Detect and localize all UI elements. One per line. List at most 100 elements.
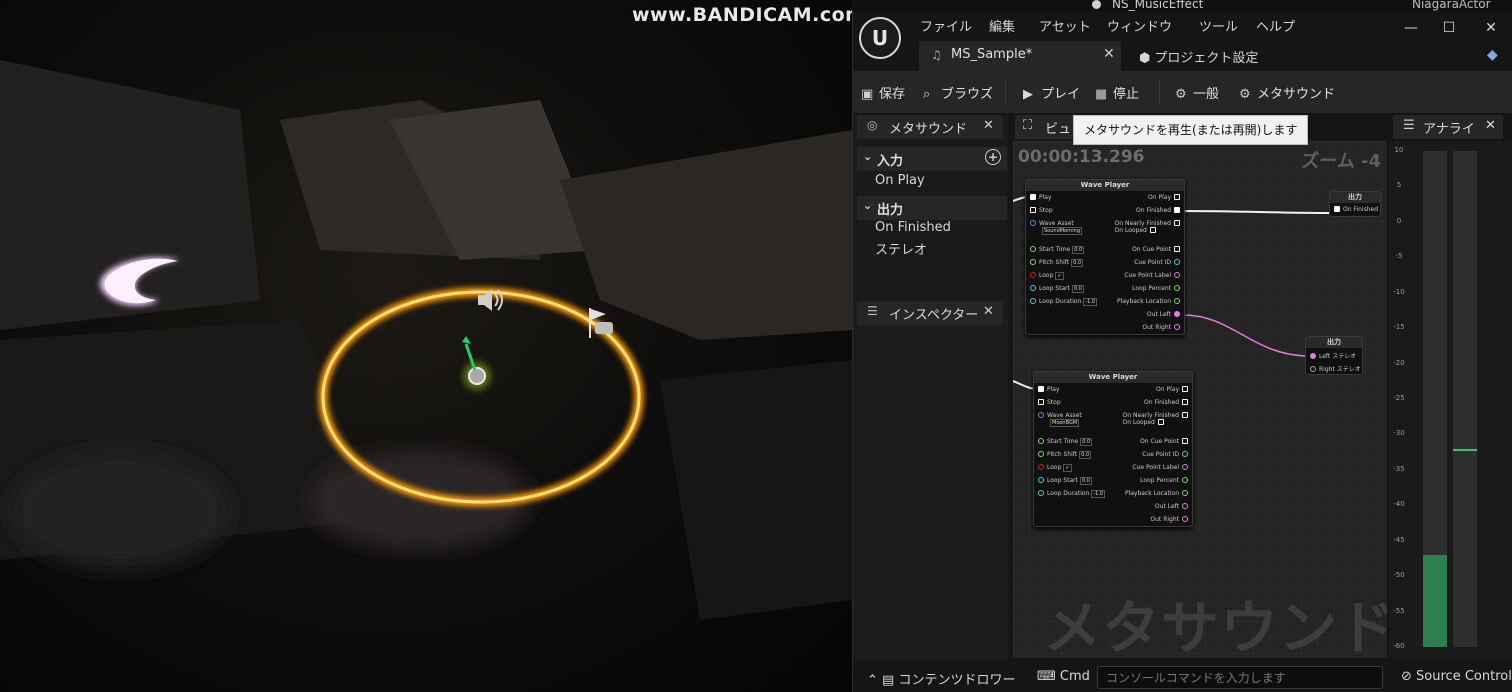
exec-pin-icon[interactable] <box>1157 419 1164 425</box>
float-pin-icon[interactable] <box>1038 438 1044 444</box>
audio-pin-icon[interactable] <box>1182 503 1188 509</box>
audio-pin-icon[interactable] <box>1310 366 1316 372</box>
string-pin-icon[interactable] <box>1174 272 1180 278</box>
close-tab-icon[interactable]: ✕ <box>1103 46 1115 62</box>
float-pin-icon[interactable] <box>1030 246 1036 252</box>
metasound-settings-button[interactable]: ⚙ メタサウンド <box>1239 83 1335 102</box>
exec-pin-icon[interactable] <box>1182 386 1188 392</box>
menu-help[interactable]: ヘルプ <box>1256 16 1295 35</box>
menu-asset[interactable]: アセット <box>1039 16 1091 35</box>
int-pin-icon[interactable] <box>1182 451 1188 457</box>
value-field[interactable]: 0.0 <box>1080 438 1093 446</box>
time-pin-icon[interactable] <box>1030 298 1036 304</box>
float-pin-icon[interactable] <box>1182 490 1188 496</box>
play-button[interactable]: ▶ プレイ <box>1023 83 1080 102</box>
exec-pin-icon[interactable] <box>1182 438 1188 444</box>
audio-pin-icon[interactable] <box>1174 324 1180 330</box>
float-pin-icon[interactable] <box>1038 451 1044 457</box>
float-pin-icon[interactable] <box>1174 285 1180 291</box>
output-node-on-finished[interactable]: 出力 On Finished <box>1329 191 1381 217</box>
console-command-input[interactable] <box>1097 666 1383 689</box>
niagara-actor-icon[interactable] <box>468 367 486 385</box>
minimize-button[interactable]: — <box>1403 20 1419 36</box>
output-stereo[interactable]: ステレオ <box>875 239 927 258</box>
metasound-graph-canvas[interactable]: 00:00:13.296 ズーム -4 メタサウンド Wave Player P… <box>1013 141 1387 658</box>
section-outputs[interactable]: ⌄ 出力 <box>857 196 1007 220</box>
exec-pin-icon[interactable] <box>1030 194 1036 200</box>
audio-pin-icon[interactable] <box>1182 516 1188 522</box>
asset-pin-icon[interactable] <box>1030 220 1036 226</box>
asset-dropdown[interactable]: SoundMorning <box>1042 227 1082 235</box>
output-node-stereo[interactable]: 出力 Left ステレオ Right ステレオ <box>1305 336 1363 375</box>
int-pin-icon[interactable] <box>1174 259 1180 265</box>
tab-analyzer[interactable]: ☰ アナライ ✕ <box>1393 115 1503 139</box>
audio-pin-icon[interactable] <box>1310 353 1316 359</box>
level-viewport[interactable]: www.BANDICAM.com NS_MusicEffect <box>0 0 852 692</box>
float-pin-icon[interactable] <box>1182 477 1188 483</box>
general-button[interactable]: ⚙ 一般 <box>1175 83 1219 102</box>
value-field[interactable]: 0.0 <box>1071 285 1084 293</box>
tab-graph-view[interactable]: ⛶ ビュ <box>1015 115 1075 139</box>
source-control-button[interactable]: ⊘ Source Control <box>1401 669 1512 684</box>
value-field[interactable]: -1.0 <box>1091 490 1106 498</box>
float-pin-icon[interactable] <box>1174 298 1180 304</box>
exec-pin-icon[interactable] <box>1174 194 1180 200</box>
close-window-button[interactable]: ✕ <box>1483 20 1499 36</box>
cmd-button[interactable]: ⌨ Cmd <box>1037 669 1090 684</box>
exec-pin-icon[interactable] <box>1174 246 1180 252</box>
outliner-effect-name[interactable]: NS_MusicEffect <box>1112 0 1203 11</box>
value-field[interactable]: 0.0 <box>1079 451 1092 459</box>
browse-button[interactable]: ⌕ ブラウズ <box>923 83 993 102</box>
time-pin-icon[interactable] <box>1038 477 1044 483</box>
save-button[interactable]: ▣ 保存 <box>861 83 905 102</box>
bool-pin-icon[interactable] <box>1038 464 1044 470</box>
help-icon[interactable]: ◆ <box>1487 47 1498 63</box>
time-pin-icon[interactable] <box>1030 285 1036 291</box>
section-inputs[interactable]: ⌄ 入力 + <box>857 147 1007 171</box>
asset-pin-icon[interactable] <box>1038 412 1044 418</box>
exec-pin-icon[interactable] <box>1174 207 1180 213</box>
stop-button[interactable]: ■ 停止 <box>1095 83 1139 102</box>
float-pin-icon[interactable] <box>1030 259 1036 265</box>
loop-checkbox[interactable]: ✓ <box>1055 272 1064 280</box>
exec-pin-icon[interactable] <box>1149 227 1156 233</box>
asset-dropdown[interactable]: MoonBGM <box>1050 419 1080 427</box>
exec-pin-icon[interactable] <box>1038 386 1044 392</box>
value-field[interactable]: 0.0 <box>1071 259 1084 267</box>
menu-window[interactable]: ウィンドウ <box>1107 16 1172 35</box>
close-panel-icon[interactable]: ✕ <box>983 304 994 319</box>
value-field[interactable]: -1.0 <box>1083 298 1098 306</box>
exec-pin-icon[interactable] <box>1334 206 1340 212</box>
tab-inspector[interactable]: ☰ インスペクター ✕ <box>857 301 1003 325</box>
string-pin-icon[interactable] <box>1182 464 1188 470</box>
tab-project-settings[interactable]: ⬢ プロジェクト設定 <box>1139 47 1258 66</box>
loop-checkbox[interactable]: ✓ <box>1063 464 1072 472</box>
menu-edit[interactable]: 編集 <box>989 16 1015 35</box>
wave-player-node-1[interactable]: Wave Player Play On Play Stop On Finished … <box>1025 179 1185 335</box>
gizmo-arrow[interactable] <box>462 336 471 344</box>
menu-file[interactable]: ファイル <box>920 16 972 35</box>
value-field[interactable]: 0.0 <box>1072 246 1085 254</box>
maximize-button[interactable]: ☐ <box>1441 20 1457 36</box>
output-on-finished[interactable]: On Finished <box>875 220 951 235</box>
pin-label: Cue Point ID <box>1134 259 1171 266</box>
exec-pin-icon[interactable] <box>1182 412 1188 418</box>
exec-pin-icon[interactable] <box>1030 207 1036 213</box>
outliner-actor-name[interactable]: NiagaraActor <box>1412 0 1491 11</box>
time-pin-icon[interactable] <box>1038 490 1044 496</box>
input-on-play[interactable]: On Play <box>875 173 925 188</box>
wave-player-node-2[interactable]: Wave Player Play On Play Stop On Finished … <box>1033 371 1193 527</box>
bool-pin-icon[interactable] <box>1030 272 1036 278</box>
exec-pin-icon[interactable] <box>1182 399 1188 405</box>
content-drawer-button[interactable]: ⌃ ▤ コンテンツドロワー <box>867 669 1016 688</box>
audio-pin-icon[interactable] <box>1174 311 1180 317</box>
add-input-button[interactable]: + <box>985 149 1001 165</box>
tab-ms-sample[interactable]: ♫ MS_Sample* ✕ <box>919 41 1121 71</box>
tab-metasound[interactable]: ◎ メタサウンド ✕ <box>857 115 1003 139</box>
exec-pin-icon[interactable] <box>1038 399 1044 405</box>
value-field[interactable]: 0.0 <box>1079 477 1092 485</box>
close-panel-icon[interactable]: ✕ <box>983 118 994 133</box>
exec-pin-icon[interactable] <box>1174 220 1180 226</box>
close-panel-icon[interactable]: ✕ <box>1485 118 1496 133</box>
menu-tools[interactable]: ツール <box>1199 16 1238 35</box>
